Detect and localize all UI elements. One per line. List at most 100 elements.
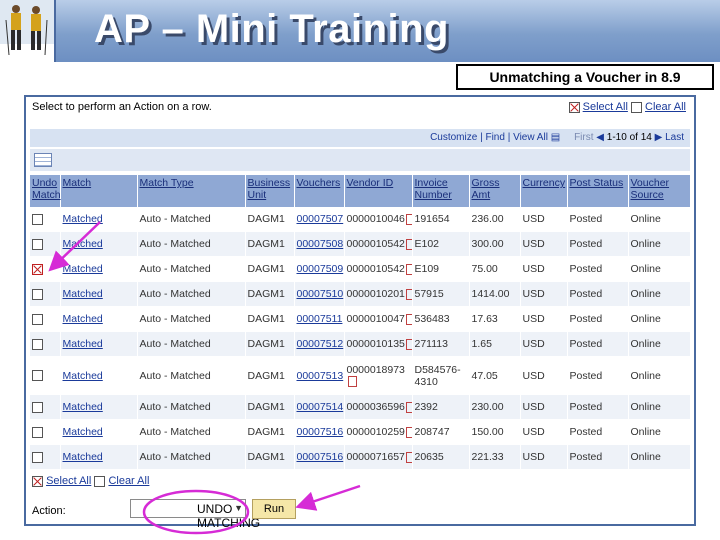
vendor-detail-icon[interactable] (405, 338, 411, 350)
undo-match-checkbox[interactable] (32, 313, 43, 325)
find-link[interactable]: Find (485, 132, 504, 143)
voucher-source-cell: Online (630, 426, 661, 438)
voucher-source-cell-td: Online (628, 281, 691, 307)
col-invoice-number[interactable]: Invoice Number (412, 175, 470, 207)
download-icon[interactable]: ▤ (551, 132, 560, 143)
voucher-link[interactable]: 00007514 (297, 401, 344, 413)
match-link[interactable]: Matched (63, 370, 103, 382)
select-all-bottom-icon[interactable] (32, 475, 43, 487)
currency-cell: USD (522, 369, 545, 382)
match-link-td: Matched (60, 356, 138, 395)
select-clear-bottom: Select All Clear All (32, 475, 149, 487)
col-voucher-source[interactable]: Voucher Source (628, 175, 691, 207)
business-unit-cell-td: DAGM1 (245, 231, 295, 257)
clear-all-link[interactable]: Clear All (645, 101, 686, 113)
view-all-link[interactable]: View All (513, 132, 548, 143)
col-vouchers[interactable]: Vouchers (294, 175, 345, 207)
chevron-down-icon[interactable]: ▼ (234, 503, 243, 513)
post-status-cell-td: Posted (567, 231, 629, 257)
voucher-link[interactable]: 00007512 (297, 338, 344, 350)
vendor-detail-icon[interactable] (405, 238, 411, 250)
select-all-icon[interactable] (568, 101, 580, 113)
match-type-cell-td: Auto - Matched (137, 207, 246, 232)
undo-match-checkbox[interactable] (32, 426, 43, 438)
currency-cell: USD (522, 263, 545, 275)
voucher-link[interactable]: 00007513 (297, 370, 344, 382)
match-link[interactable]: Matched (63, 313, 103, 325)
business-unit-cell: DAGM1 (247, 263, 285, 275)
clear-all-bottom-link[interactable]: Clear All (108, 475, 149, 487)
vendor-detail-icon[interactable] (405, 451, 411, 463)
undo-match-checkbox[interactable] (32, 213, 43, 225)
undo-match-checkbox[interactable] (32, 238, 43, 250)
match-link[interactable]: Matched (63, 288, 103, 300)
voucher-source-cell: Online (630, 263, 661, 275)
col-business-unit[interactable]: Business Unit (245, 175, 295, 207)
undo-match-checkbox[interactable] (32, 288, 43, 300)
voucher-link[interactable]: 00007511 (297, 313, 343, 325)
first-link[interactable]: First (574, 132, 593, 143)
voucher-link[interactable]: 00007507 (297, 213, 344, 225)
match-link[interactable]: Matched (63, 263, 103, 275)
post-status-cell: Posted (569, 213, 603, 225)
vendor-id-cell: 0000010046 (346, 213, 405, 225)
post-status-cell-td: Posted (567, 281, 629, 307)
vendor-detail-icon[interactable] (347, 376, 357, 388)
match-link[interactable]: Matched (63, 451, 103, 463)
vendor-id-cell: 0000010201 (346, 288, 405, 300)
undo-match-checkbox[interactable] (32, 263, 43, 275)
clear-all-bottom-icon[interactable] (94, 475, 106, 487)
col-undo-match[interactable]: Undo Match (30, 175, 61, 207)
currency-cell-td: USD (520, 444, 568, 470)
customize-link[interactable]: Customize (430, 132, 477, 143)
match-link[interactable]: Matched (63, 213, 103, 225)
next-arrow-icon[interactable]: ▶ (655, 132, 663, 143)
undo-match-checkbox[interactable] (32, 338, 43, 350)
match-link[interactable]: Matched (63, 238, 103, 250)
select-all-link[interactable]: Select All (583, 101, 628, 113)
vendor-detail-icon[interactable] (405, 263, 411, 275)
clear-all-icon[interactable] (630, 101, 642, 113)
match-link[interactable]: Matched (63, 426, 103, 438)
last-link[interactable]: Last (665, 132, 684, 143)
prev-arrow-icon[interactable]: ◀ (596, 132, 604, 143)
post-status-cell-td: Posted (567, 331, 629, 357)
voucher-source-cell-td: Online (628, 419, 691, 445)
undo-match-cell (30, 419, 61, 445)
vendor-detail-icon[interactable] (405, 401, 411, 413)
voucher-link[interactable]: 00007516 (297, 426, 344, 438)
voucher-link[interactable]: 00007510 (297, 288, 344, 300)
voucher-link[interactable]: 00007516 (297, 451, 344, 463)
col-currency[interactable]: Currency (520, 175, 568, 207)
gross-amt-cell-td: 1.65 (469, 331, 521, 357)
match-link[interactable]: Matched (63, 338, 103, 350)
action-dropdown[interactable]: UNDO MATCHING ▼ (130, 499, 260, 530)
business-unit-cell: DAGM1 (247, 369, 285, 382)
col-match[interactable]: Match (60, 175, 138, 207)
undo-match-cell (30, 306, 61, 332)
vendor-detail-icon[interactable] (405, 313, 411, 325)
match-type-cell: Auto - Matched (139, 369, 211, 382)
select-all-bottom-link[interactable]: Select All (46, 475, 91, 487)
vendor-detail-icon[interactable] (405, 213, 411, 225)
col-post-status[interactable]: Post Status (567, 175, 629, 207)
col-vendor-id[interactable]: Vendor ID (344, 175, 413, 207)
vendor-detail-icon[interactable] (405, 426, 411, 438)
currency-cell-td: USD (520, 419, 568, 445)
run-button[interactable]: Run (252, 499, 296, 519)
undo-match-checkbox[interactable] (32, 370, 43, 382)
vendor-id-cell: 0000010259 (346, 426, 405, 438)
voucher-link[interactable]: 00007509 (297, 263, 344, 275)
voucher-link-td: 00007508 (294, 231, 345, 257)
col-match-type[interactable]: Match Type (137, 175, 246, 207)
col-gross-amt[interactable]: Gross Amt (469, 175, 521, 207)
grid-view-icon[interactable] (34, 153, 52, 167)
match-link[interactable]: Matched (63, 401, 103, 413)
vendor-detail-icon[interactable] (405, 288, 411, 300)
match-link-td: Matched (60, 394, 138, 420)
undo-match-checkbox[interactable] (32, 451, 43, 463)
voucher-link[interactable]: 00007508 (297, 238, 344, 250)
undo-match-checkbox[interactable] (32, 401, 43, 413)
gross-amt-cell-td: 17.63 (469, 306, 521, 332)
invoice-number-cell: 57915 (414, 288, 444, 300)
